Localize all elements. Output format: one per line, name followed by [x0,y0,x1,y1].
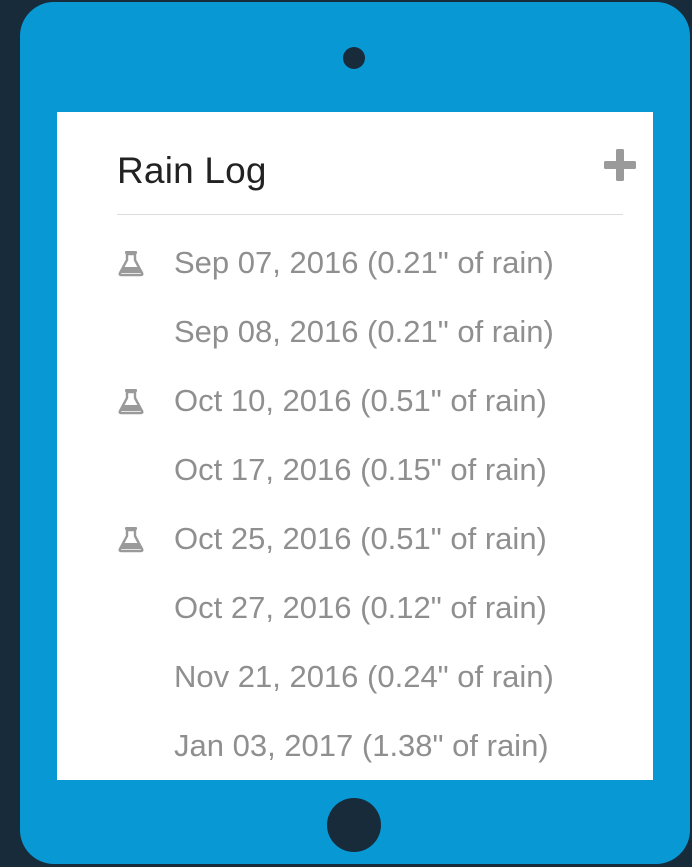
app-screen: Rain Log Sep 07, 2016 (0.21" of rain) Se… [57,112,653,780]
home-button[interactable] [327,798,381,852]
log-entry-text: Oct 10, 2016 (0.51" of rain) [174,383,547,418]
log-entry[interactable]: Sep 08, 2016 (0.21" of rain) [117,297,637,366]
log-entry-text: Sep 07, 2016 (0.21" of rain) [174,245,554,280]
log-entry[interactable]: Oct 27, 2016 (0.12" of rain) [117,573,637,642]
log-entry[interactable]: Jan 03, 2017 (1.38" of rain) [117,711,637,780]
flask-icon [117,249,145,277]
rain-log-list: Sep 07, 2016 (0.21" of rain) Sep 08, 201… [117,228,637,780]
log-entry-text: Oct 17, 2016 (0.15" of rain) [174,452,547,487]
log-entry[interactable]: Oct 17, 2016 (0.15" of rain) [117,435,637,504]
log-entry[interactable]: Oct 10, 2016 (0.51" of rain) [117,366,637,435]
log-entry-text: Jan 03, 2017 (1.38" of rain) [174,728,549,763]
flask-icon [117,387,145,415]
log-entry-text: Sep 08, 2016 (0.21" of rain) [174,314,554,349]
log-entry-text: Oct 27, 2016 (0.12" of rain) [174,590,547,625]
flask-icon [117,525,145,553]
log-entry[interactable]: Oct 25, 2016 (0.51" of rain) [117,504,637,573]
log-entry-text: Oct 25, 2016 (0.51" of rain) [174,521,547,556]
log-entry-text: Nov 21, 2016 (0.24" of rain) [174,659,554,694]
header: Rain Log [117,142,636,215]
page-title: Rain Log [117,150,267,191]
plus-icon [604,149,636,181]
add-entry-button[interactable] [601,146,639,184]
log-entry[interactable]: Nov 21, 2016 (0.24" of rain) [117,642,637,711]
log-entry[interactable]: Sep 07, 2016 (0.21" of rain) [117,228,637,297]
camera-dot [343,47,365,69]
tablet-frame: Rain Log Sep 07, 2016 (0.21" of rain) Se… [20,2,690,864]
